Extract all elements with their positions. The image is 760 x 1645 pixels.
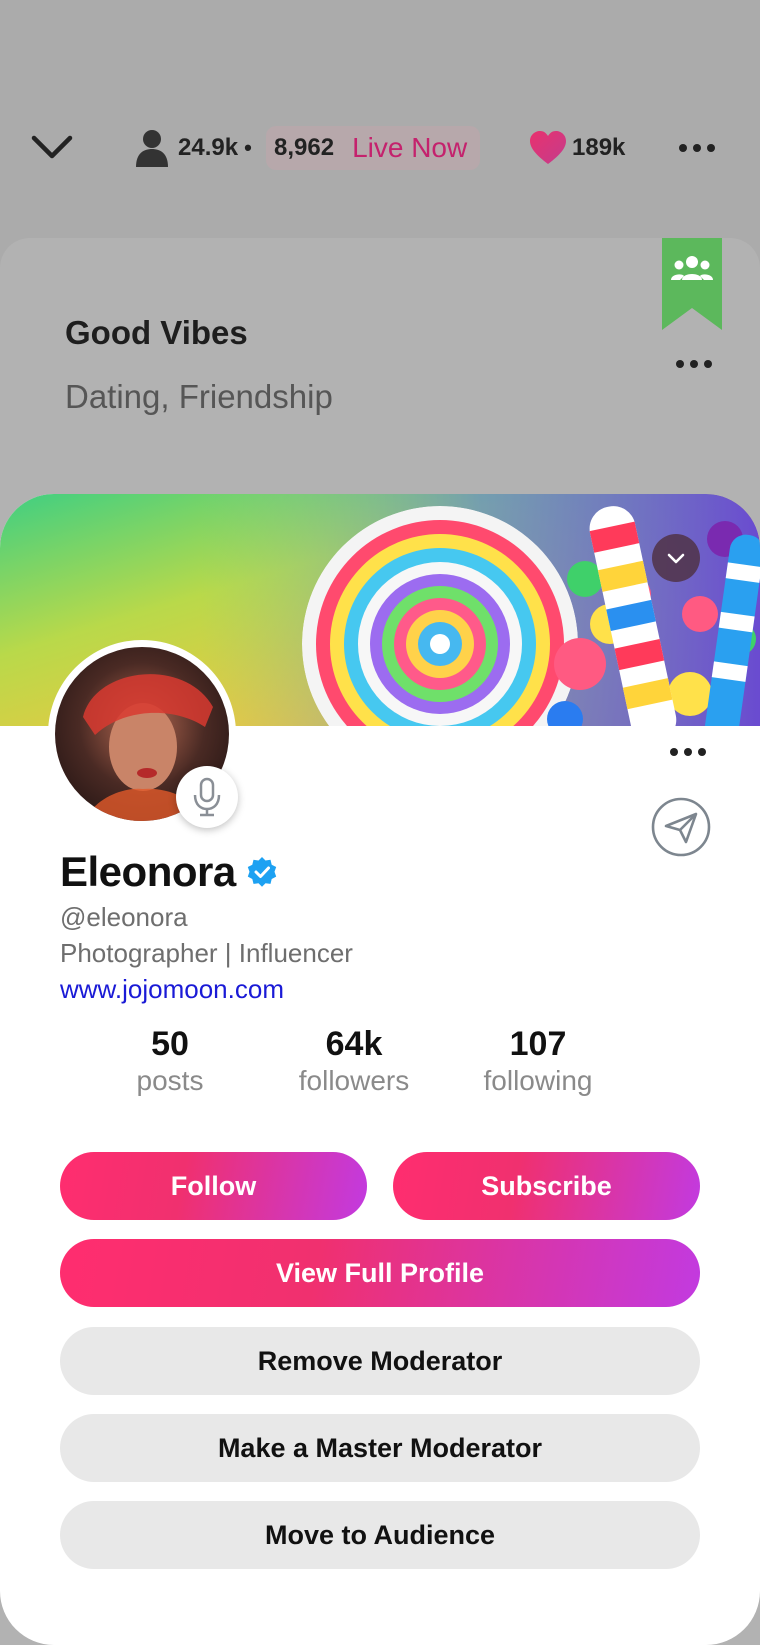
stat-value: 107 bbox=[509, 1025, 567, 1063]
stat-posts[interactable]: 50 posts bbox=[90, 1024, 250, 1098]
move-to-audience-button[interactable]: Move to Audience bbox=[60, 1501, 700, 1569]
live-now-label: Live Now bbox=[352, 132, 468, 163]
microphone-icon bbox=[193, 777, 221, 817]
stat-label: followers bbox=[298, 1065, 410, 1096]
make-master-moderator-button[interactable]: Make a Master Moderator bbox=[60, 1414, 700, 1482]
stat-value: 50 bbox=[151, 1025, 189, 1063]
live-count: 8,962 bbox=[274, 134, 335, 161]
room-options-button[interactable] bbox=[672, 128, 722, 168]
more-icon-dot bbox=[679, 144, 687, 152]
profile-options-button[interactable] bbox=[670, 748, 706, 756]
stat-followers[interactable]: 64k followers bbox=[274, 1024, 434, 1098]
subscribe-button[interactable]: Subscribe bbox=[393, 1152, 700, 1220]
stat-label: posts bbox=[136, 1065, 204, 1096]
likes-count-value: 189k bbox=[572, 134, 626, 161]
minimize-room-button[interactable] bbox=[28, 128, 76, 168]
more-icon-dot bbox=[690, 360, 698, 368]
profile-bio: Photographer | Influencer bbox=[60, 938, 353, 968]
separator-dot: • bbox=[244, 135, 252, 160]
group-bookmark-icon[interactable] bbox=[662, 238, 722, 330]
heart-icon bbox=[530, 131, 566, 164]
room-title: Good Vibes bbox=[65, 314, 248, 351]
remove-moderator-button[interactable]: Remove Moderator bbox=[60, 1327, 700, 1395]
more-icon-dot bbox=[698, 748, 706, 756]
more-icon-dot bbox=[676, 360, 684, 368]
room-card-options-button[interactable] bbox=[676, 360, 712, 368]
profile-name: Eleonora bbox=[60, 848, 236, 895]
send-icon bbox=[651, 797, 711, 857]
listener-count[interactable]: 24.9k • bbox=[134, 128, 258, 168]
collapse-sheet-button[interactable] bbox=[652, 534, 700, 582]
profile-website-link[interactable]: www.jojomoon.com bbox=[60, 974, 284, 1005]
more-icon-dot bbox=[670, 748, 678, 756]
more-icon-dot bbox=[704, 360, 712, 368]
stat-following[interactable]: 107 following bbox=[458, 1024, 618, 1098]
more-icon-dot bbox=[693, 144, 701, 152]
room-tags: Dating, Friendship bbox=[65, 378, 333, 415]
stat-value: 64k bbox=[325, 1025, 383, 1063]
chevron-down-icon bbox=[667, 553, 685, 564]
listener-count-value: 24.9k bbox=[178, 134, 239, 161]
profile-stats: 50 posts 64k followers 107 following bbox=[0, 1024, 760, 1104]
view-full-profile-button[interactable]: View Full Profile bbox=[60, 1239, 700, 1307]
more-icon-dot bbox=[684, 748, 692, 756]
stat-label: following bbox=[483, 1065, 593, 1096]
more-icon-dot bbox=[707, 144, 715, 152]
chevron-down-icon bbox=[31, 135, 73, 159]
verified-badge-icon bbox=[247, 857, 276, 887]
profile-handle: @eleonora bbox=[60, 902, 188, 932]
microphone-button[interactable] bbox=[176, 766, 238, 828]
person-icon bbox=[136, 130, 168, 167]
likes-count[interactable]: 189k bbox=[528, 126, 625, 170]
profile-name-row: Eleonora bbox=[60, 848, 278, 896]
send-message-button[interactable] bbox=[650, 796, 712, 858]
live-now-chip[interactable]: 8,962 Live Now bbox=[266, 126, 480, 170]
follow-button[interactable]: Follow bbox=[60, 1152, 367, 1220]
profile-sheet: Eleonora @eleonora Photographer | Influe… bbox=[0, 494, 760, 1645]
room-top-bar: 24.9k • 8,962 Live Now 189k bbox=[0, 118, 760, 180]
